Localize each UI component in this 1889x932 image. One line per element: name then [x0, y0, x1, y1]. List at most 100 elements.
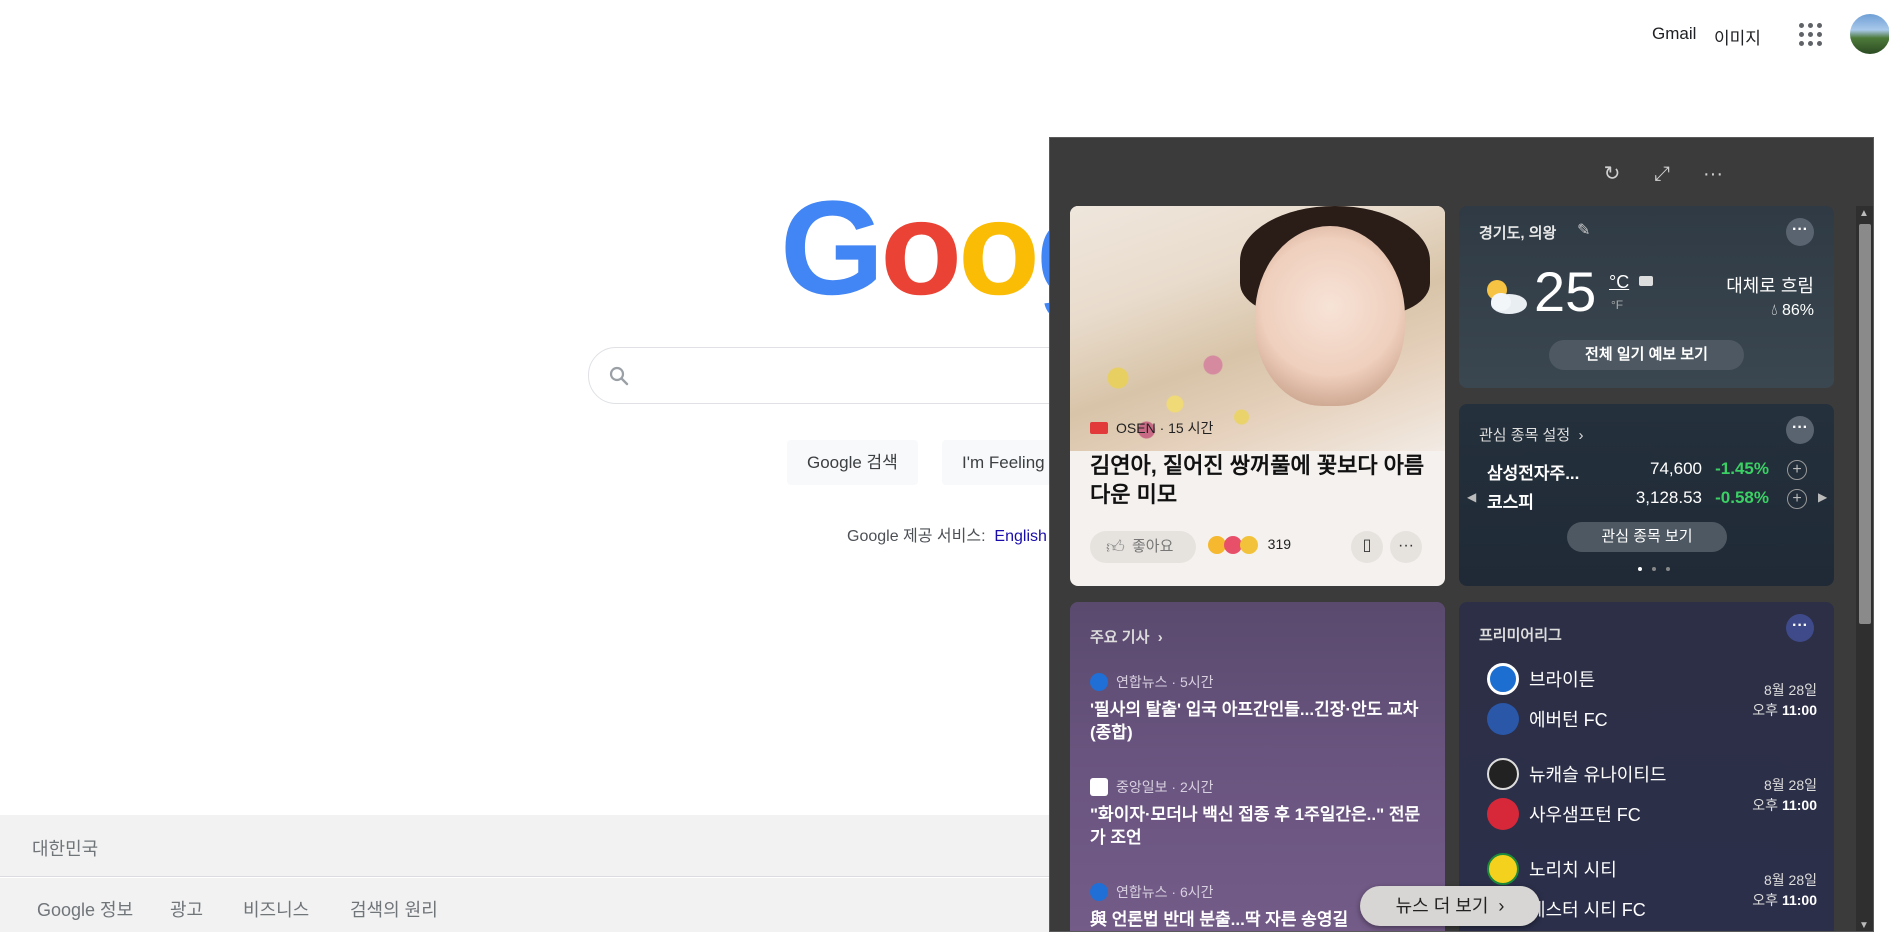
view-watchlist-button[interactable]: 관심 종목 보기 — [1567, 522, 1727, 552]
stocks-next-icon[interactable]: ▶ — [1818, 490, 1827, 504]
panel-scrollbar[interactable]: ▲ ▼ — [1856, 206, 1873, 931]
language-link-english[interactable]: English — [994, 528, 1046, 545]
match-time: 8월 28일 오후 11:00 — [1752, 682, 1817, 718]
footer-links-bar: Google 정보 광고 비즈니스 검색의 원리 — [0, 878, 1050, 932]
hero-more-icon[interactable]: ··· — [1390, 531, 1422, 563]
newcastle-crest-icon — [1487, 758, 1519, 790]
watchlist-settings-link[interactable]: 관심 종목 설정 › — [1479, 424, 1583, 445]
match-item[interactable]: 뉴캐슬 유나이티드 사우샘프턴 FC 8월 28일 오후 11:00 — [1487, 757, 1817, 837]
language-offer-label: Google 제공 서비스: — [847, 528, 986, 545]
story-source: 연합뉴스 · 6시간 — [1116, 884, 1214, 900]
home-team: 뉴캐슬 유나이티드 — [1529, 765, 1667, 785]
story-source: 연합뉴스 · 5시간 — [1116, 674, 1214, 690]
league-more-icon[interactable]: ··· — [1786, 614, 1814, 642]
like-label: 좋아요 — [1132, 538, 1174, 555]
images-link[interactable]: 이미지 — [1714, 24, 1761, 49]
osen-logo-icon — [1090, 422, 1108, 434]
scroll-down-icon[interactable]: ▼ — [1859, 920, 1869, 931]
like-button[interactable]: 👍︎ 좋아요 — [1090, 531, 1196, 563]
gmail-link[interactable]: Gmail — [1652, 24, 1696, 44]
unit-fahrenheit-toggle[interactable]: °F — [1611, 298, 1623, 312]
feeling-lucky-button[interactable]: I'm Feeling — [942, 440, 1065, 485]
full-forecast-button[interactable]: 전체 일기 예보 보기 — [1549, 340, 1744, 370]
stocks-card[interactable]: 관심 종목 설정 › ··· ◀ ▶ 삼성전자주... 74,600 -1.45… — [1459, 404, 1834, 586]
hero-news-title[interactable]: 김연아, 짙어진 쌍꺼풀에 꽃보다 아름다운 미모 — [1090, 451, 1430, 509]
stock-name: 삼성전자주... — [1487, 464, 1580, 483]
top-stories-card[interactable]: 주요 기사 › 연합뉴스 · 5시간 '필사의 탈출' 입국 아프간인들...긴… — [1070, 602, 1445, 931]
league-header[interactable]: 프리미어리그 — [1479, 624, 1562, 645]
stock-change: -1.45% — [1715, 459, 1769, 478]
joongang-logo-icon — [1090, 778, 1108, 796]
footer-link-how-search-works[interactable]: 검색의 원리 — [350, 896, 438, 922]
language-offer: Google 제공 서비스: English — [847, 522, 1047, 546]
partly-cloudy-icon — [1487, 280, 1527, 314]
away-team: 에버턴 FC — [1529, 710, 1608, 730]
yonhap-logo-icon — [1090, 673, 1108, 691]
story-title: "화이자·모더나 백신 접종 후 1주일간은.." 전문가 조언 — [1090, 805, 1421, 847]
top-stories-link[interactable]: 주요 기사 › — [1090, 626, 1163, 647]
stock-row[interactable]: 코스피 3,128.53 -0.58% + — [1487, 488, 1807, 514]
premier-league-card[interactable]: 프리미어리그 ··· 브라이튼 에버턴 FC 8월 28일 오후 11:00 뉴캐… — [1459, 602, 1834, 931]
home-team: 노리치 시티 — [1529, 860, 1617, 880]
brighton-crest-icon — [1487, 663, 1519, 695]
edit-pencil-icon[interactable]: ✎ — [1577, 220, 1590, 240]
search-icon — [609, 366, 629, 386]
humidity-value: 86% — [1781, 302, 1814, 319]
sad-reaction-icon — [1239, 536, 1258, 555]
stocks-pager[interactable] — [1633, 558, 1675, 576]
bookmark-icon[interactable]: ▯ — [1351, 531, 1383, 563]
weather-more-icon[interactable]: ··· — [1786, 218, 1814, 246]
match-time: 8월 28일 오후 11:00 — [1752, 777, 1817, 813]
stocks-prev-icon[interactable]: ◀ — [1467, 490, 1476, 504]
add-stock-icon[interactable]: + — [1787, 460, 1807, 480]
apps-grid-icon[interactable] — [1798, 22, 1822, 46]
top-stories-header: 주요 기사 — [1090, 629, 1150, 646]
match-item[interactable]: 브라이튼 에버턴 FC 8월 28일 오후 11:00 — [1487, 662, 1817, 742]
footer-link-ads[interactable]: 광고 — [170, 896, 203, 922]
footer-country: 대한민국 — [32, 839, 99, 859]
story-item[interactable]: 중앙일보 · 2시간 "화이자·모더나 백신 접종 후 1주일간은.." 전문가… — [1090, 777, 1435, 849]
stock-price: 3,128.53 — [1635, 488, 1702, 507]
raindrop-icon: 💧︎ — [1771, 302, 1778, 319]
hero-news-card[interactable]: OSEN · 15 시간 김연아, 짙어진 쌍꺼풀에 꽃보다 아름다운 미모 👍… — [1070, 206, 1445, 586]
home-team: 브라이튼 — [1529, 670, 1596, 690]
stock-change: -0.58% — [1715, 488, 1769, 507]
weather-temperature: 25 — [1534, 260, 1597, 323]
story-source: 중앙일보 · 2시간 — [1116, 779, 1214, 795]
hero-news-source-text: OSEN · 15 시간 — [1116, 420, 1214, 436]
refresh-icon[interactable]: ↻ — [1600, 162, 1624, 186]
footer-link-business[interactable]: 비즈니스 — [243, 896, 309, 922]
footer-link-about[interactable]: Google 정보 — [37, 896, 133, 922]
weather-alert-icon[interactable] — [1639, 276, 1653, 286]
widgets-panel: ↻ ⤢ ··· OSEN · 15 시간 김연아, 짙어진 쌍꺼풀에 꽃보다 아… — [1049, 137, 1874, 932]
stock-name: 코스피 — [1487, 493, 1534, 512]
story-item[interactable]: 연합뉴스 · 5시간 '필사의 탈출' 입국 아프간인들...긴장·안도 교차(… — [1090, 672, 1435, 744]
more-news-button[interactable]: 뉴스 더 보기 › — [1360, 886, 1540, 926]
away-team: 레스터 시티 FC — [1529, 900, 1646, 920]
yonhap-logo-icon — [1090, 883, 1108, 901]
panel-more-icon[interactable]: ··· — [1698, 162, 1728, 186]
southampton-crest-icon — [1487, 798, 1519, 830]
stocks-more-icon[interactable]: ··· — [1786, 416, 1814, 444]
chevron-right-icon: › — [1574, 427, 1584, 444]
unit-celsius-toggle[interactable]: °C — [1609, 272, 1629, 293]
scroll-thumb[interactable] — [1859, 224, 1871, 624]
weather-card[interactable]: 경기도, 의왕 ✎ ··· 25 °C °F 대체로 흐림 💧︎ 86% 전체 … — [1459, 206, 1834, 388]
hero-news-image — [1070, 206, 1445, 456]
add-stock-icon[interactable]: + — [1787, 489, 1807, 509]
watchlist-header: 관심 종목 설정 — [1479, 427, 1571, 444]
match-item[interactable]: 노리치 시티 레스터 시티 FC 8월 28일 오후 11:00 — [1487, 852, 1817, 931]
scroll-up-icon[interactable]: ▲ — [1859, 208, 1869, 219]
reaction-count: 319 — [1267, 536, 1292, 552]
everton-crest-icon — [1487, 703, 1519, 735]
chevron-right-icon: › — [1493, 896, 1505, 916]
thumbs-up-icon: 👍︎ — [1106, 537, 1125, 557]
google-search-button[interactable]: Google 검색 — [787, 440, 918, 485]
weather-location[interactable]: 경기도, 의왕 — [1479, 222, 1556, 243]
stock-row[interactable]: 삼성전자주... 74,600 -1.45% + — [1487, 459, 1807, 485]
expand-icon[interactable]: ⤢ — [1650, 162, 1674, 186]
norwich-crest-icon — [1487, 853, 1519, 885]
avatar[interactable] — [1850, 14, 1889, 54]
reactions-summary[interactable]: 319 — [1208, 536, 1292, 555]
away-team: 사우샘프턴 FC — [1529, 805, 1641, 825]
